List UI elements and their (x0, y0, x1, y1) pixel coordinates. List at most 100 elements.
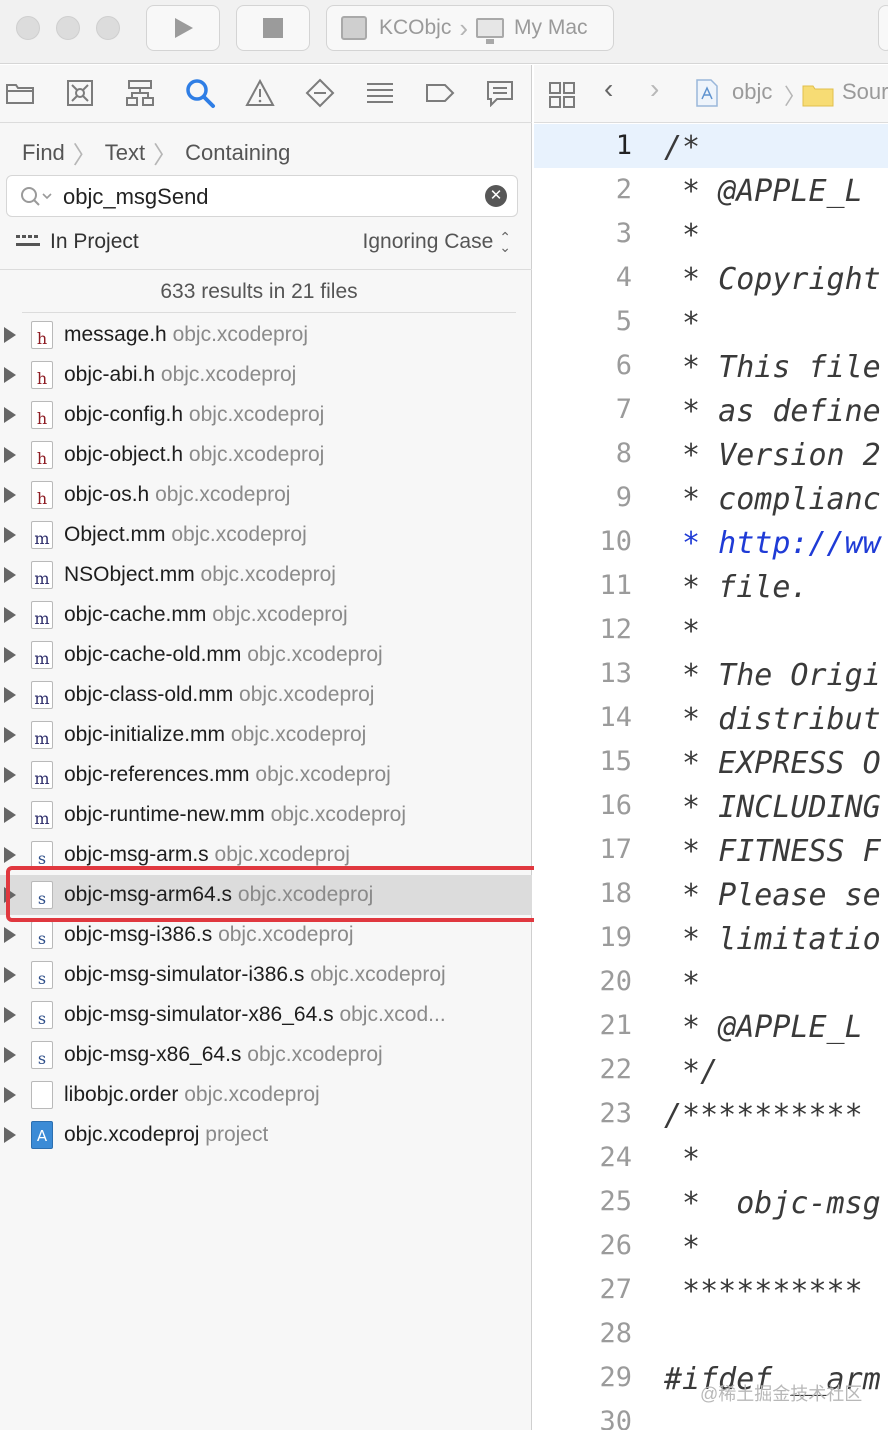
code-line[interactable]: 9 * complianc (534, 476, 888, 520)
result-row[interactable]: h message.h objc.xcodeproj (0, 315, 532, 355)
disclosure-triangle-icon[interactable] (4, 687, 16, 703)
result-row[interactable]: s objc-msg-x86_64.s objc.xcodeproj (0, 1035, 532, 1075)
stop-button[interactable] (236, 5, 310, 51)
code-line[interactable]: 16 * INCLUDING (534, 784, 888, 828)
disclosure-triangle-icon[interactable] (4, 1087, 16, 1103)
code-line[interactable]: 12 * (534, 608, 888, 652)
run-button[interactable] (146, 5, 220, 51)
disclosure-triangle-icon[interactable] (4, 1127, 16, 1143)
result-row[interactable]: m objc-references.mm objc.xcodeproj (0, 755, 532, 795)
result-row[interactable]: s objc-msg-simulator-i386.s objc.xcodepro… (0, 955, 532, 995)
code-text: * The Origi (664, 658, 881, 693)
forward-chevron-icon[interactable]: › (650, 73, 659, 105)
result-row[interactable]: m NSObject.mm objc.xcodeproj (0, 555, 532, 595)
source-control-navigator-tab[interactable] (64, 77, 96, 109)
disclosure-triangle-icon[interactable] (4, 407, 16, 423)
test-navigator-tab[interactable] (304, 77, 336, 109)
find-mode-find[interactable]: Find (22, 140, 65, 166)
disclosure-triangle-icon[interactable] (4, 927, 16, 943)
result-row[interactable]: m objc-class-old.mm objc.xcodeproj (0, 675, 532, 715)
report-navigator-tab[interactable] (484, 77, 516, 109)
disclosure-triangle-icon[interactable] (4, 607, 16, 623)
code-line[interactable]: 10 * http://ww (534, 520, 888, 564)
find-navigator-tab[interactable] (184, 77, 216, 109)
disclosure-triangle-icon[interactable] (4, 847, 16, 863)
disclosure-triangle-icon[interactable] (4, 1047, 16, 1063)
result-row[interactable]: libobjc.order objc.xcodeproj (0, 1075, 532, 1115)
code-line[interactable]: 22 */ (534, 1048, 888, 1092)
code-line[interactable]: 2 * @APPLE_L (534, 168, 888, 212)
result-row[interactable]: s objc-msg-simulator-x86_64.s objc.xcod..… (0, 995, 532, 1035)
disclosure-triangle-icon[interactable] (4, 967, 16, 983)
line-number: 1 (615, 130, 632, 161)
code-line[interactable]: 3 * (534, 212, 888, 256)
result-row[interactable]: h objc-object.h objc.xcodeproj (0, 435, 532, 475)
result-row[interactable]: h objc-config.h objc.xcodeproj (0, 395, 532, 435)
minimize-window-button[interactable] (56, 16, 80, 40)
disclosure-triangle-icon[interactable] (4, 1007, 16, 1023)
disclosure-triangle-icon[interactable] (4, 487, 16, 503)
code-line[interactable]: 5 * (534, 300, 888, 344)
jumpbar-folder[interactable]: Sour (842, 79, 888, 105)
related-items-grid-icon[interactable] (548, 81, 576, 109)
debug-navigator-tab[interactable] (364, 77, 396, 109)
code-line[interactable]: 20 * (534, 960, 888, 1004)
code-line[interactable]: 19 * limitatio (534, 916, 888, 960)
issue-navigator-tab[interactable] (244, 77, 276, 109)
result-row[interactable]: h objc-os.h objc.xcodeproj (0, 475, 532, 515)
case-sensitivity-popup[interactable]: Ignoring Case ⌃ ⌄ (363, 230, 511, 254)
code-line[interactable]: 21 * @APPLE_L (534, 1004, 888, 1048)
disclosure-triangle-icon[interactable] (4, 527, 16, 543)
code-line[interactable]: 28 (534, 1312, 888, 1356)
search-input[interactable] (63, 182, 463, 212)
disclosure-triangle-icon[interactable] (4, 367, 16, 383)
find-mode-containing[interactable]: Containing (185, 140, 290, 166)
code-line[interactable]: 14 * distribut (534, 696, 888, 740)
result-row[interactable]: m objc-runtime-new.mm objc.xcodeproj (0, 795, 532, 835)
code-line[interactable]: 4 * Copyright (534, 256, 888, 300)
result-row[interactable]: m objc-cache-old.mm objc.xcodeproj (0, 635, 532, 675)
code-line[interactable]: 24 * (534, 1136, 888, 1180)
disclosure-triangle-icon[interactable] (4, 327, 16, 343)
disclosure-triangle-icon[interactable] (4, 447, 16, 463)
code-line[interactable]: 27 ********** (534, 1268, 888, 1312)
result-row[interactable]: m Object.mm objc.xcodeproj (0, 515, 532, 555)
result-row[interactable]: h objc-abi.h objc.xcodeproj (0, 355, 532, 395)
disclosure-triangle-icon[interactable] (4, 567, 16, 583)
search-scope-button[interactable]: In Project (16, 230, 139, 254)
code-line[interactable]: 1 /* (534, 124, 888, 168)
assembly-file-icon: s (31, 841, 53, 869)
jumpbar-project[interactable]: objc (732, 79, 772, 105)
symbol-navigator-tab[interactable] (124, 77, 156, 109)
toolbar-overflow-control[interactable] (878, 5, 888, 51)
code-line[interactable]: 18 * Please se (534, 872, 888, 916)
disclosure-triangle-icon[interactable] (4, 767, 16, 783)
zoom-window-button[interactable] (96, 16, 120, 40)
code-line[interactable]: 6 * This file (534, 344, 888, 388)
close-window-button[interactable] (16, 16, 40, 40)
result-row[interactable]: m objc-cache.mm objc.xcodeproj (0, 595, 532, 635)
code-lines[interactable]: 1/* 2 * @APPLE_L 3 * 4 * Copyright 5 * 6 * Th… (534, 124, 888, 1430)
code-line[interactable]: 13 * The Origi (534, 652, 888, 696)
disclosure-triangle-icon[interactable] (4, 647, 16, 663)
result-row[interactable]: Aobjc.xcodeproj project (0, 1115, 532, 1155)
code-line[interactable]: 26 * (534, 1224, 888, 1268)
code-line[interactable]: 8 * Version 2 (534, 432, 888, 476)
search-options-icon[interactable] (19, 185, 53, 209)
code-line[interactable]: 17 * FITNESS F (534, 828, 888, 872)
code-line[interactable]: 25 * objc-msg (534, 1180, 888, 1224)
disclosure-triangle-icon[interactable] (4, 807, 16, 823)
breakpoint-navigator-tab[interactable] (424, 77, 456, 109)
code-line[interactable]: 15 * EXPRESS O (534, 740, 888, 784)
clear-search-icon[interactable]: ✕ (485, 185, 507, 207)
find-search-field[interactable]: ✕ (6, 175, 518, 217)
result-row[interactable]: m objc-initialize.mm objc.xcodeproj (0, 715, 532, 755)
code-line[interactable]: 11 * file. (534, 564, 888, 608)
find-mode-text[interactable]: Text (105, 140, 145, 166)
code-line[interactable]: 7 * as define (534, 388, 888, 432)
scheme-selector[interactable]: KCObjc › My Mac (326, 5, 614, 51)
back-chevron-icon[interactable]: ‹ (604, 73, 613, 105)
code-line[interactable]: 23 /********** (534, 1092, 888, 1136)
disclosure-triangle-icon[interactable] (4, 727, 16, 743)
project-navigator-tab[interactable] (4, 77, 36, 109)
